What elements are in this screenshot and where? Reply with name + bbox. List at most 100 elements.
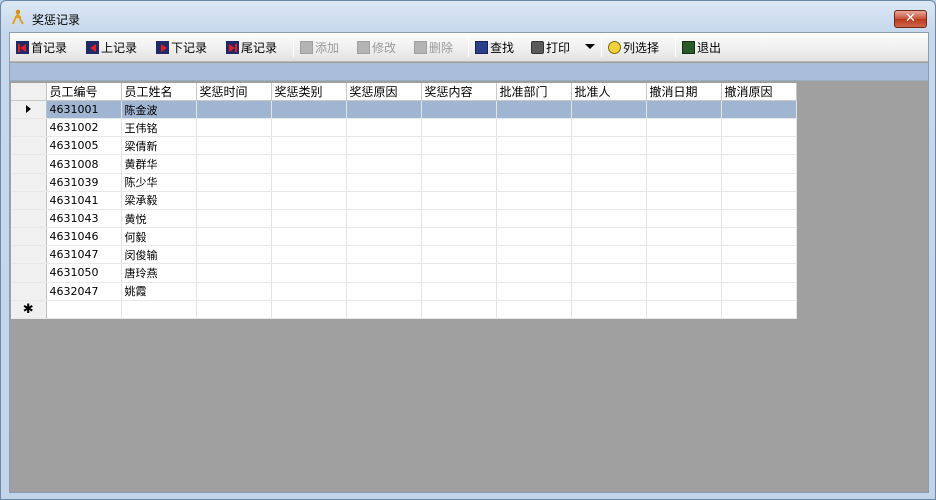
- column-header[interactable]: 奖惩内容: [421, 83, 497, 101]
- row-header[interactable]: [11, 227, 47, 247]
- table-cell[interactable]: [421, 100, 497, 120]
- table-cell[interactable]: [721, 209, 797, 229]
- table-cell[interactable]: [646, 173, 722, 192]
- table-cell[interactable]: [271, 300, 347, 320]
- table-row[interactable]: 4631043 黄悦: [11, 209, 797, 229]
- table-cell[interactable]: [496, 209, 572, 229]
- table-cell[interactable]: [271, 118, 347, 138]
- table-cell[interactable]: [271, 100, 347, 120]
- column-header[interactable]: 批准部门: [496, 83, 572, 101]
- table-cell[interactable]: 唐玲燕: [121, 263, 197, 283]
- find-button[interactable]: 查找: [475, 37, 514, 58]
- table-cell[interactable]: [721, 300, 797, 320]
- column-header[interactable]: 员工编号: [46, 83, 122, 101]
- table-cell[interactable]: 黄悦: [121, 209, 197, 229]
- table-cell[interactable]: [721, 100, 797, 120]
- table-cell[interactable]: [196, 173, 272, 192]
- table-cell[interactable]: 4631043: [46, 209, 122, 229]
- table-cell[interactable]: 陈金波: [121, 100, 197, 120]
- table-cell[interactable]: [496, 100, 572, 120]
- table-cell[interactable]: [571, 118, 647, 138]
- delete-button[interactable]: 删除: [414, 37, 453, 58]
- column-header[interactable]: 员工姓名: [121, 83, 197, 101]
- row-header[interactable]: [11, 136, 47, 156]
- table-cell[interactable]: [721, 136, 797, 156]
- row-header[interactable]: [11, 100, 47, 120]
- table-cell[interactable]: [496, 154, 572, 174]
- new-row[interactable]: ✱: [11, 300, 797, 320]
- table-cell[interactable]: [271, 263, 347, 283]
- table-row[interactable]: 4631039 陈少华: [11, 173, 797, 192]
- table-cell[interactable]: [196, 300, 272, 320]
- table-cell[interactable]: [271, 136, 347, 156]
- table-cell[interactable]: 4631008: [46, 154, 122, 174]
- table-cell[interactable]: [346, 263, 422, 283]
- table-cell[interactable]: [496, 191, 572, 210]
- table-cell[interactable]: [646, 300, 722, 320]
- table-cell[interactable]: [571, 209, 647, 229]
- row-header[interactable]: [11, 245, 47, 265]
- table-cell[interactable]: [571, 245, 647, 265]
- table-cell[interactable]: [496, 245, 572, 265]
- column-header[interactable]: 奖惩原因: [346, 83, 422, 101]
- table-cell[interactable]: [421, 282, 497, 301]
- table-cell[interactable]: 闵俊输: [121, 245, 197, 265]
- table-cell[interactable]: [646, 263, 722, 283]
- table-cell[interactable]: 4632047: [46, 282, 122, 301]
- table-row[interactable]: 4632047 姚霞: [11, 282, 797, 301]
- table-cell[interactable]: [121, 300, 197, 320]
- title-bar[interactable]: 奖惩记录 ✕: [1, 1, 935, 33]
- table-cell[interactable]: [346, 100, 422, 120]
- table-cell[interactable]: [346, 154, 422, 174]
- prev-record-button[interactable]: 上记录: [86, 37, 137, 58]
- table-cell[interactable]: [421, 118, 497, 138]
- table-cell[interactable]: [571, 191, 647, 210]
- print-button[interactable]: 打印: [531, 37, 570, 58]
- table-cell[interactable]: [346, 245, 422, 265]
- table-cell[interactable]: 4631002: [46, 118, 122, 138]
- table-cell[interactable]: [496, 300, 572, 320]
- table-cell[interactable]: [721, 227, 797, 247]
- table-cell[interactable]: [646, 209, 722, 229]
- table-row[interactable]: 4631050 唐玲燕: [11, 263, 797, 283]
- table-cell[interactable]: [196, 282, 272, 301]
- first-record-button[interactable]: 首记录: [16, 37, 67, 58]
- edit-button[interactable]: 修改: [357, 37, 396, 58]
- table-cell[interactable]: [496, 136, 572, 156]
- table-cell[interactable]: [646, 118, 722, 138]
- table-cell[interactable]: [421, 263, 497, 283]
- table-cell[interactable]: 梁承毅: [121, 191, 197, 210]
- table-cell[interactable]: [196, 191, 272, 210]
- table-cell[interactable]: [271, 245, 347, 265]
- exit-button[interactable]: 退出: [682, 37, 721, 58]
- table-cell[interactable]: [196, 245, 272, 265]
- row-header[interactable]: [11, 209, 47, 229]
- table-row[interactable]: 4631002 王伟铭: [11, 118, 797, 138]
- table-row[interactable]: 4631005 梁倩新: [11, 136, 797, 156]
- table-cell[interactable]: [496, 227, 572, 247]
- grid-corner[interactable]: [11, 83, 47, 101]
- table-cell[interactable]: [721, 263, 797, 283]
- table-cell[interactable]: [346, 227, 422, 247]
- table-cell[interactable]: 何毅: [121, 227, 197, 247]
- table-cell[interactable]: [646, 136, 722, 156]
- table-row[interactable]: 4631041 梁承毅: [11, 191, 797, 210]
- table-cell[interactable]: [346, 282, 422, 301]
- table-cell[interactable]: [571, 136, 647, 156]
- table-cell[interactable]: [571, 227, 647, 247]
- table-cell[interactable]: [196, 100, 272, 120]
- table-cell[interactable]: 4631005: [46, 136, 122, 156]
- row-header[interactable]: [11, 173, 47, 192]
- table-cell[interactable]: [646, 282, 722, 301]
- print-dropdown-arrow-icon[interactable]: [585, 44, 595, 49]
- add-button[interactable]: 添加: [300, 37, 339, 58]
- table-cell[interactable]: [421, 154, 497, 174]
- column-header[interactable]: 批准人: [571, 83, 647, 101]
- table-cell[interactable]: [196, 154, 272, 174]
- last-record-button[interactable]: 尾记录: [226, 37, 277, 58]
- table-cell[interactable]: 4631001: [46, 100, 122, 120]
- table-cell[interactable]: [646, 100, 722, 120]
- table-cell[interactable]: [196, 209, 272, 229]
- table-cell[interactable]: 陈少华: [121, 173, 197, 192]
- table-cell[interactable]: [421, 300, 497, 320]
